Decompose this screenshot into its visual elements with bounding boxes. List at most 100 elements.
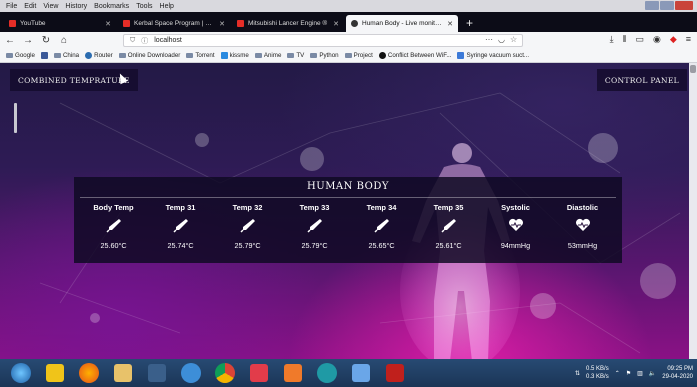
thermometer-icon [306,215,323,235]
tab-label: Human Body - Live monitoring [362,20,444,27]
background-dot [90,313,100,323]
maximize-button[interactable] [660,1,674,10]
tray-chevron-icon[interactable]: ⌃ [615,370,620,377]
tab-bar: YouTube ✕ Kerbal Space Program | World ✕… [0,12,697,32]
sensor-value: 25.61°C [435,241,462,250]
sensor-value: 25.74°C [167,241,194,250]
pocket-icon[interactable]: ◡ [498,35,505,44]
bookmark-star-icon[interactable]: ☆ [510,35,517,44]
folder-icon [186,53,194,58]
code-app-icon[interactable] [278,361,308,385]
tab-kerbal[interactable]: Kerbal Space Program | World ✕ [118,15,230,32]
account-icon[interactable]: ◉ [653,34,661,45]
calculator-icon[interactable] [142,361,172,385]
close-window-button[interactable] [675,1,693,10]
menu-view[interactable]: View [43,3,58,10]
bookmark-tv[interactable]: TV [287,52,304,59]
sensor-systolic: Systolic 94mmHg [482,203,549,250]
network-icon[interactable]: ▥ [637,370,643,377]
reload-icon[interactable]: ↻ [40,35,52,46]
app-icon[interactable] [40,361,70,385]
bookmark-facebook[interactable] [40,52,48,59]
shield-icon[interactable]: ⛉ [130,37,135,45]
start-button[interactable] [6,361,36,385]
system-tray: ⇅ 0.5 KB/s 0.3 KB/s ⌃ ⚑ ▥ 🔈 09:25 PM 29-… [575,361,693,385]
tab-youtube[interactable]: YouTube ✕ [4,15,116,32]
thermometer-icon [440,215,457,235]
sensor-row: Body Temp 25.60°C Temp 31 25.74°C Temp 3… [80,203,616,250]
tab-close-icon[interactable]: ✕ [333,20,339,28]
thermometer-icon [172,215,189,235]
network-speed: 0.5 KB/s 0.3 KB/s [586,365,609,381]
bookmark-syringe[interactable]: Syringe vacuum suct... [457,52,529,59]
display-app-icon[interactable] [346,361,376,385]
toolbar-right: ⤓ ⫴ ▭ ◉ ◆ ≡ [610,34,691,45]
home-icon[interactable]: ⌂ [58,35,70,46]
sensor-label: Body Temp [93,203,134,212]
tab-close-icon[interactable]: ✕ [105,20,111,28]
network-speed-arrows-icon: ⇅ [575,370,581,377]
folder-icon[interactable] [108,361,138,385]
bookmark-china[interactable]: China [53,52,79,59]
info-icon[interactable]: ⓘ [141,36,148,46]
new-tab-icon[interactable]: + [460,15,479,32]
control-panel-button[interactable]: CONTROL PANEL [596,69,687,91]
menu-history[interactable]: History [65,3,87,10]
thermometer-icon [373,215,390,235]
url-text[interactable]: localhost [154,37,182,44]
sensor-label: Temp 32 [232,203,263,212]
background-dot [300,147,324,171]
bookmark-google[interactable]: Google [6,52,35,59]
bookmark-conflict[interactable]: Conflict Between WiF... [378,52,451,59]
sensor-temp-35: Temp 35 25.61°C [415,203,482,250]
media-app-icon[interactable] [244,361,274,385]
clock[interactable]: 09:25 PM 29-04-2020 [662,365,693,381]
bookmark-anime[interactable]: Anime [254,52,281,59]
sensor-label: Diastolic [566,203,599,212]
filezilla-icon[interactable] [380,361,410,385]
menu-tools[interactable]: Tools [136,3,152,10]
hamburger-menu-icon[interactable]: ≡ [686,34,691,45]
library-icon[interactable]: ⫴ [623,34,627,45]
minimize-button[interactable] [645,1,659,10]
back-arrow-icon[interactable]: ← [4,35,16,46]
address-bar[interactable]: ⛉ ⓘ localhost [123,34,523,47]
bookmark-project[interactable]: Project [344,52,373,59]
tab-close-icon[interactable]: ✕ [219,20,225,28]
bookmark-python[interactable]: Python [310,52,339,59]
shield-addon-icon[interactable]: ◆ [670,34,677,45]
scrollbar-thumb[interactable] [690,65,696,73]
download-icon[interactable]: ⤓ [610,34,614,45]
clock-date: 29-04-2020 [662,374,693,380]
flag-icon[interactable]: ⚑ [626,370,631,377]
menu-bookmarks[interactable]: Bookmarks [94,3,129,10]
firefox-icon[interactable] [74,361,104,385]
user-favicon-icon [351,20,358,27]
vertical-scrollbar[interactable] [689,63,697,359]
menu-file[interactable]: File [6,3,17,10]
bookmark-router[interactable]: Router [85,52,113,59]
forward-arrow-icon[interactable]: → [22,35,34,46]
folder-icon [310,53,318,58]
page-actions-icon[interactable]: ⋯ [485,35,493,44]
network-app-icon[interactable] [176,361,206,385]
menu-help[interactable]: Help [160,3,174,10]
bookmark-online-downloader[interactable]: Online Downloader [118,52,180,59]
menu-edit[interactable]: Edit [24,3,36,10]
heart-pulse-icon [508,215,524,235]
background-dot [640,263,676,299]
sidebar-icon[interactable]: ▭ [635,34,644,45]
sensor-label: Systolic [501,203,530,212]
tab-human-body[interactable]: Human Body - Live monitoring ✕ [346,15,458,32]
sensor-temp-32: Temp 32 25.79°C [214,203,281,250]
arduino-icon[interactable] [312,361,342,385]
bookmark-torrent[interactable]: Torrent [186,52,215,59]
page-edge-marker [14,103,17,133]
tab-label: YouTube [20,20,46,27]
chrome-icon[interactable] [210,361,240,385]
volume-icon[interactable]: 🔈 [649,370,656,377]
tab-mitsubishi[interactable]: Mitsubishi Lancer Engine ® ✕ [232,15,344,32]
tab-close-icon[interactable]: ✕ [447,20,453,28]
bookmark-kissme[interactable]: kissme [220,52,249,59]
clock-time: 09:25 PM [667,366,693,372]
